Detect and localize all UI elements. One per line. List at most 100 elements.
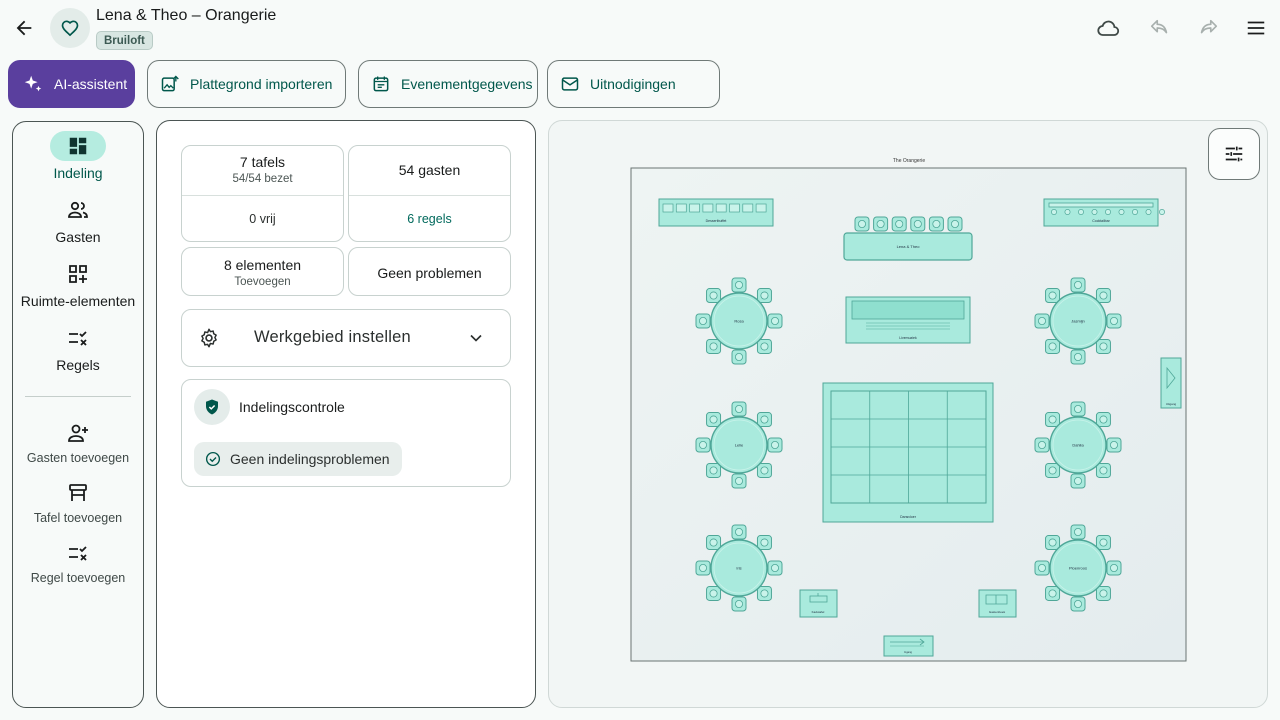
chair[interactable] <box>1045 535 1061 551</box>
stage-element[interactable]: Livemuziek <box>845 296 971 344</box>
chair[interactable] <box>1106 560 1122 576</box>
chair[interactable] <box>706 585 722 601</box>
chair[interactable] <box>1045 585 1061 601</box>
chair[interactable] <box>767 437 783 453</box>
nav-item-layout[interactable]: Indeling <box>13 131 143 181</box>
add-table-button[interactable]: Tafel toevoegen <box>13 478 143 525</box>
menu-button[interactable] <box>1236 8 1276 48</box>
event-details-label: Evenementgegevens <box>401 76 533 92</box>
cloud-sync-button[interactable] <box>1088 8 1128 48</box>
chair[interactable] <box>1070 473 1086 489</box>
chair[interactable] <box>756 338 772 354</box>
chair[interactable] <box>1034 560 1050 576</box>
exit-door[interactable]: Uitgang <box>1160 357 1182 409</box>
redo-button[interactable] <box>1188 8 1228 48</box>
elements-add[interactable]: Toevoegen <box>182 276 343 288</box>
add-rule-button[interactable]: Regel toevoegen <box>13 538 143 585</box>
tables-stat-card[interactable]: 7 tafels 54/54 bezet 0 vrij <box>181 145 344 242</box>
chair[interactable] <box>854 216 870 232</box>
chair[interactable] <box>767 560 783 576</box>
chair[interactable] <box>695 313 711 329</box>
chair[interactable] <box>1070 524 1086 540</box>
floorplan-canvas[interactable]: The Orangerie Dessertbuffet Cocktailbar … <box>548 120 1268 708</box>
chair[interactable] <box>928 216 944 232</box>
chair[interactable] <box>731 277 747 293</box>
canvas-settings-button[interactable] <box>1208 128 1260 180</box>
chair[interactable] <box>695 560 711 576</box>
import-floorplan-button[interactable]: Plattegrond importeren <box>147 60 346 108</box>
chair[interactable] <box>756 585 772 601</box>
cocktail-bar-element[interactable]: Cocktailbar <box>1043 198 1165 227</box>
chair[interactable] <box>706 288 722 304</box>
round-table[interactable]: Rosa <box>695 277 783 365</box>
chair[interactable] <box>1095 412 1111 428</box>
chair[interactable] <box>1045 462 1061 478</box>
chair[interactable] <box>731 349 747 365</box>
buffet-dish <box>702 203 714 213</box>
favorite-button[interactable] <box>50 8 90 48</box>
chair[interactable] <box>1095 535 1111 551</box>
nav-item-room-elements[interactable]: Ruimte-elementen <box>13 259 143 309</box>
gift-table-element[interactable]: Kadotafel <box>799 589 838 618</box>
add-guests-button[interactable]: Gasten toevoegen <box>13 418 143 465</box>
chair[interactable] <box>1070 349 1086 365</box>
chair[interactable] <box>1045 288 1061 304</box>
nav-item-guests[interactable]: Gasten <box>13 195 143 245</box>
chair[interactable] <box>1095 338 1111 354</box>
chair[interactable] <box>1070 401 1086 417</box>
chair[interactable] <box>891 216 907 232</box>
chair[interactable] <box>706 338 722 354</box>
dancefloor-element[interactable]: Dansvloer <box>822 382 994 523</box>
chair[interactable] <box>706 535 722 551</box>
guests-stat-card[interactable]: 54 gasten 6 regels <box>348 145 511 242</box>
chair[interactable] <box>731 401 747 417</box>
chair[interactable] <box>1095 462 1111 478</box>
chair[interactable] <box>1106 313 1122 329</box>
entrance-door[interactable]: Ingang <box>883 635 934 657</box>
chair[interactable] <box>1070 596 1086 612</box>
guestbook-element[interactable]: Gastenboek <box>978 589 1017 618</box>
chair[interactable] <box>767 313 783 329</box>
chair[interactable] <box>706 462 722 478</box>
chair[interactable] <box>756 412 772 428</box>
chair[interactable] <box>1095 585 1111 601</box>
chair[interactable] <box>756 288 772 304</box>
rules-link[interactable]: 6 regels <box>349 212 510 226</box>
chair[interactable] <box>756 462 772 478</box>
back-button[interactable] <box>4 8 44 48</box>
floorplan-svg[interactable]: The Orangerie Dessertbuffet Cocktailbar … <box>549 121 1268 708</box>
chair[interactable] <box>731 596 747 612</box>
no-problems-chip[interactable]: Geen indelingsproblemen <box>194 442 402 476</box>
undo-button[interactable] <box>1140 8 1180 48</box>
chair[interactable] <box>1095 288 1111 304</box>
elements-stat-card[interactable]: 8 elementen Toevoegen <box>181 247 344 296</box>
round-table[interactable]: Lelie <box>695 401 783 489</box>
invitations-button[interactable]: Uitnodigingen <box>547 60 720 108</box>
round-table[interactable]: Dahlia <box>1034 401 1122 489</box>
chair[interactable] <box>1106 437 1122 453</box>
chair[interactable] <box>1070 277 1086 293</box>
chair[interactable] <box>1045 338 1061 354</box>
nav-item-rules[interactable]: Regels <box>13 323 143 373</box>
event-details-button[interactable]: Evenementgegevens <box>358 60 538 108</box>
ai-assistant-button[interactable]: AI-assistent <box>8 60 135 108</box>
round-table[interactable]: Jasmijn <box>1034 277 1122 365</box>
round-table[interactable]: Pioenroos <box>1034 524 1122 612</box>
chair[interactable] <box>731 473 747 489</box>
buffet-dish <box>715 203 727 213</box>
problems-stat-card[interactable]: Geen problemen <box>348 247 511 296</box>
chair[interactable] <box>1045 412 1061 428</box>
chair[interactable] <box>695 437 711 453</box>
chair[interactable] <box>706 412 722 428</box>
chair[interactable] <box>731 524 747 540</box>
chair[interactable] <box>756 535 772 551</box>
chair[interactable] <box>1034 437 1050 453</box>
chair[interactable] <box>947 216 963 232</box>
chair[interactable] <box>873 216 889 232</box>
shield-check-container <box>194 389 230 425</box>
chair[interactable] <box>1034 313 1050 329</box>
chair[interactable] <box>910 216 926 232</box>
round-table[interactable]: Iris <box>695 524 783 612</box>
workspace-setup-dropdown[interactable]: Werkgebied instellen <box>181 309 511 367</box>
buffet-element[interactable]: Dessertbuffet <box>658 198 774 227</box>
